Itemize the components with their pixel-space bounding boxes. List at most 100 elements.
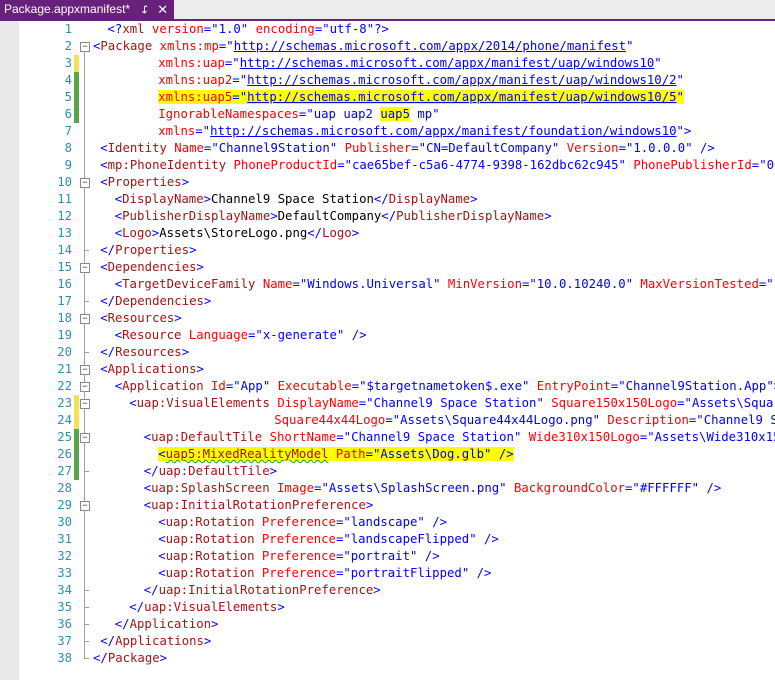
element-name: Dependencies bbox=[115, 294, 204, 308]
outline-guide bbox=[84, 55, 85, 72]
code-text: <Properties> bbox=[100, 174, 189, 191]
code-line[interactable]: 35 </uap:VisualElements> bbox=[0, 599, 775, 616]
code-line[interactable]: 17 </Dependencies> bbox=[0, 293, 775, 310]
pin-icon[interactable]: ↪ bbox=[134, 5, 153, 14]
attribute-value: Windows.Universal bbox=[307, 277, 434, 291]
outline-guide bbox=[84, 480, 85, 497]
attribute-name: xmlns:mp bbox=[152, 39, 219, 53]
code-line[interactable]: 34 </uap:InitialRotationPreference> bbox=[0, 582, 775, 599]
code-line[interactable]: 21− <Applications> bbox=[0, 361, 775, 378]
xml-punctuation: =" bbox=[751, 158, 767, 172]
code-line[interactable]: 23− <uap:VisualElements DisplayName="Chan… bbox=[0, 395, 775, 412]
code-line[interactable]: 10− <Properties> bbox=[0, 174, 775, 191]
collapse-icon[interactable]: − bbox=[80, 178, 90, 188]
code-line[interactable]: 33 <uap:Rotation Preference="portraitFlip… bbox=[0, 565, 775, 582]
code-line[interactable]: 38 </Package> bbox=[0, 650, 775, 667]
code-line[interactable]: 16 <TargetDeviceFamily Name="Windows.Univ… bbox=[0, 276, 775, 293]
code-line[interactable]: 20 </Resources> bbox=[0, 344, 775, 361]
xml-punctuation: > bbox=[373, 583, 381, 597]
code-line[interactable]: 36 </Application> bbox=[0, 616, 775, 633]
code-line[interactable]: 12 <PublisherDisplayName>DefaultCompany</… bbox=[0, 208, 775, 225]
code-text: <DisplayName>Channel9 Space Station</Dis… bbox=[115, 191, 478, 208]
xml-punctuation: " /> bbox=[417, 515, 448, 529]
line-number: 19 bbox=[57, 328, 72, 342]
code-line[interactable]: 27 </uap:DefaultTile> bbox=[0, 463, 775, 480]
xml-punctuation: =" bbox=[314, 22, 330, 36]
code-text: </uap:VisualElements> bbox=[129, 599, 284, 616]
unsaved-change-marker bbox=[74, 55, 79, 72]
code-line[interactable]: 6 IgnorableNamespaces="uap uap2 uap5 mp" bbox=[0, 106, 775, 123]
code-line[interactable]: 13 <Logo>Assets\StoreLogo.png</Logo> bbox=[0, 225, 775, 242]
xml-punctuation: =" bbox=[232, 90, 248, 104]
code-line[interactable]: 29− <uap:InitialRotationPreference> bbox=[0, 497, 775, 514]
code-line[interactable]: 24 Square44x44Logo="Assets\Square44x44Log… bbox=[0, 412, 775, 429]
line-number: 23 bbox=[57, 396, 72, 410]
document-tab[interactable]: Package.appxmanifest* ↪ ✕ bbox=[0, 0, 175, 19]
saved-change-marker bbox=[74, 72, 79, 89]
collapse-icon[interactable]: − bbox=[80, 365, 90, 375]
code-line[interactable]: 31 <uap:Rotation Preference="landscapeFli… bbox=[0, 531, 775, 548]
collapse-icon[interactable]: − bbox=[80, 263, 90, 273]
attribute-value: App bbox=[240, 379, 263, 393]
code-line[interactable]: 11 <DisplayName>Channel9 Space Station</D… bbox=[0, 191, 775, 208]
outline-guide bbox=[84, 140, 85, 157]
saved-change-marker bbox=[74, 463, 79, 480]
attribute-value: mp bbox=[410, 107, 433, 121]
close-icon[interactable]: ✕ bbox=[157, 0, 168, 19]
collapse-icon[interactable]: − bbox=[80, 382, 90, 392]
code-text: <Resource Language="x-generate" /> bbox=[115, 327, 367, 344]
code-line[interactable]: 3 xmlns:uap="http://schemas.microsoft.com… bbox=[0, 55, 775, 72]
xml-punctuation: < bbox=[100, 158, 108, 172]
code-line[interactable]: 7 xmlns="http://schemas.microsoft.com/app… bbox=[0, 123, 775, 140]
code-line[interactable]: 19 <Resource Language="x-generate" /> bbox=[0, 327, 775, 344]
code-line[interactable]: 25− <uap:DefaultTile ShortName="Channel9 … bbox=[0, 429, 775, 446]
attribute-value: Assets\Square44x44Logo.png bbox=[400, 413, 593, 427]
code-text: </Package> bbox=[93, 650, 167, 667]
element-name: uap:InitialRotationPreference bbox=[151, 498, 366, 512]
code-line[interactable]: 9 <mp:PhoneIdentity PhoneProductId="cae65… bbox=[0, 157, 775, 174]
code-line[interactable]: 22− <Application Id="App" Executable="$ta… bbox=[0, 378, 775, 395]
code-text: <PublisherDisplayName>DefaultCompany</Pu… bbox=[115, 208, 552, 225]
code-editor[interactable]: 1 <?xml version="1.0" encoding="utf-8"?> 2… bbox=[0, 21, 775, 680]
attribute-name: Path bbox=[328, 447, 366, 461]
attribute-name: Id bbox=[203, 379, 226, 393]
code-line[interactable]: 37 </Applications> bbox=[0, 633, 775, 650]
attribute-name: MinVersion bbox=[440, 277, 522, 291]
attribute-value: Channel9 Sp bbox=[703, 413, 775, 427]
collapse-icon[interactable]: − bbox=[80, 501, 90, 511]
attribute-name: encoding bbox=[248, 22, 315, 36]
element-name: uap:Rotation bbox=[165, 566, 255, 580]
outline-guide bbox=[84, 531, 85, 548]
code-line[interactable]: 28 <uap:SplashScreen Image="Assets\Splash… bbox=[0, 480, 775, 497]
code-line[interactable]: 2− <Package xmlns:mp="http://schemas.micr… bbox=[0, 38, 775, 55]
xml-punctuation: " bbox=[433, 277, 441, 291]
code-line[interactable]: 15− <Dependencies> bbox=[0, 259, 775, 276]
code-line[interactable]: 8 <Identity Name="Channel9Station" Publis… bbox=[0, 140, 775, 157]
attribute-name: ShortName bbox=[262, 430, 337, 444]
code-line[interactable]: 32 <uap:Rotation Preference="portrait" /> bbox=[0, 548, 775, 565]
element-name: uap:DefaultTile bbox=[158, 464, 270, 478]
xml-punctuation: " bbox=[625, 277, 634, 291]
saved-change-marker bbox=[74, 429, 79, 446]
line-number: 36 bbox=[57, 617, 72, 631]
line-number: 11 bbox=[57, 192, 72, 206]
code-line[interactable]: 5 xmlns:uap5="http://schemas.microsoft.co… bbox=[0, 89, 775, 106]
element-name: uap5:MixedRealityModel bbox=[165, 447, 329, 461]
line-number: 37 bbox=[57, 634, 72, 648]
code-line[interactable]: 18− <Resources> bbox=[0, 310, 775, 327]
code-text: Square44x44Logo="Assets\Square44x44Logo.… bbox=[274, 412, 775, 429]
code-line[interactable]: 26 <uap5:MixedRealityModel Path="Assets\D… bbox=[0, 446, 775, 463]
collapse-icon[interactable]: − bbox=[80, 314, 90, 324]
collapse-icon[interactable]: − bbox=[80, 399, 90, 409]
code-line[interactable]: 30 <uap:Rotation Preference="landscape" /… bbox=[0, 514, 775, 531]
code-text: <uap:Rotation Preference="portraitFlippe… bbox=[158, 565, 491, 582]
xml-punctuation: =" bbox=[248, 328, 263, 342]
code-text: xmlns:uap2="http://schemas.microsoft.com… bbox=[158, 72, 684, 89]
attribute-value: x-generate bbox=[262, 328, 337, 342]
code-line[interactable]: 1 <?xml version="1.0" encoding="utf-8"?> bbox=[0, 21, 775, 38]
outline-guide bbox=[84, 259, 85, 263]
collapse-icon[interactable]: − bbox=[80, 42, 90, 52]
code-line[interactable]: 4 xmlns:uap2="http://schemas.microsoft.co… bbox=[0, 72, 775, 89]
collapse-icon[interactable]: − bbox=[80, 433, 90, 443]
code-line[interactable]: 14 </Properties> bbox=[0, 242, 775, 259]
